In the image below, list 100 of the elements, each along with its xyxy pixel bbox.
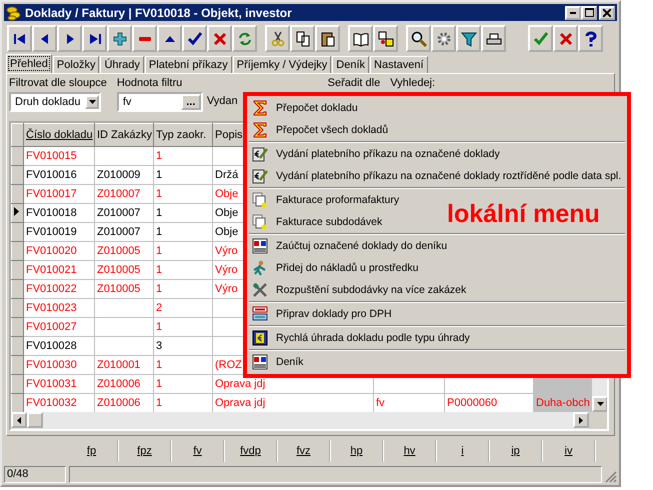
- table-cell: Z010001: [97, 359, 140, 372]
- table-cell: 1: [156, 378, 162, 390]
- toolbar-button[interactable]: [348, 25, 373, 52]
- table-cell: FV010020: [26, 245, 77, 258]
- table-cell: FV010019: [26, 226, 77, 238]
- open-book-icon: [352, 30, 368, 47]
- filter-value-label: Hodnota filtru: [116, 77, 184, 90]
- tab[interactable]: Úhrady: [100, 56, 144, 74]
- tab[interactable]: Příjemky / Výdejky: [232, 56, 332, 74]
- checkmark-icon: [186, 30, 202, 47]
- running-figure-icon: [252, 260, 268, 276]
- table-cell: Výro: [215, 283, 238, 296]
- toolbar-button[interactable]: [578, 25, 603, 52]
- resize-grip-icon: [605, 471, 617, 483]
- column-header[interactable]: Popis: [215, 129, 243, 142]
- toolbar-button[interactable]: [7, 25, 32, 52]
- table-cell: Oprava jdj: [215, 378, 266, 390]
- toolbar-button[interactable]: [57, 25, 82, 52]
- tray-icon: [252, 306, 268, 322]
- menu-item[interactable]: Připrav doklady pro DPH: [248, 303, 398, 325]
- maximize-button[interactable]: [581, 6, 597, 20]
- stacked-pages-icon: [252, 192, 268, 208]
- scroll-down-icon[interactable]: [592, 396, 607, 412]
- sigma-icon: [252, 100, 268, 116]
- menu-item[interactable]: Rozpuštění subdodávky na více zakázek: [248, 279, 472, 301]
- toolbar-button[interactable]: [431, 25, 456, 52]
- scroll-thumb[interactable]: [27, 412, 43, 428]
- minimize-button[interactable]: [565, 6, 581, 20]
- table-cell: Duha-obch: [536, 397, 590, 410]
- menu-item[interactable]: Vydání platebního příkazu na označené doklady roztříděné podle data spl.: [248, 165, 628, 187]
- table-cell: Obje: [215, 226, 238, 238]
- table-cell: 2: [156, 302, 162, 314]
- table-cell: FV010022: [26, 283, 77, 296]
- table-cell: FV010015: [26, 150, 77, 162]
- table-cell: Z010007: [97, 188, 140, 200]
- table-cell: Oprava jdj: [215, 397, 266, 410]
- sort-label: Seřadit dle: [328, 77, 380, 90]
- table-cell: FV010031: [26, 378, 77, 390]
- search-icon: [410, 30, 426, 47]
- menu-item[interactable]: Přidej do nákladů u prostředku: [248, 257, 424, 279]
- filter-value-field[interactable]: fv ...: [116, 92, 203, 112]
- copy-pages-icon: [294, 30, 310, 47]
- menu-item[interactable]: Rychlá úhrada dokladu podle typu úhrady: [248, 327, 476, 349]
- table-cell: 1: [156, 283, 162, 296]
- toolbar-button[interactable]: [315, 25, 340, 52]
- close-button[interactable]: [599, 6, 615, 20]
- menu-item[interactable]: Zaúčtuj označené doklady do deníku: [248, 235, 454, 257]
- tab[interactable]: Deník: [332, 56, 370, 74]
- menu-item[interactable]: Přepočet dokladu: [248, 97, 364, 119]
- scroll-right-icon[interactable]: [573, 412, 589, 428]
- sigma-icon: [252, 122, 268, 138]
- table-cell: Obje: [215, 188, 238, 200]
- toolbar-button[interactable]: [157, 25, 182, 52]
- table-cell: Z010006: [97, 397, 140, 410]
- plus-icon: [112, 30, 128, 47]
- scroll-left-icon[interactable]: [11, 412, 27, 428]
- toolbar-button[interactable]: [182, 25, 207, 52]
- toolbar-button[interactable]: [265, 25, 290, 52]
- table-cell: Z010009: [97, 169, 140, 182]
- table-cell: FV010030: [26, 359, 77, 372]
- table-cell: 1: [156, 207, 162, 220]
- tab[interactable]: Platební příkazy: [144, 56, 232, 74]
- table-cell: Z010007: [97, 207, 140, 220]
- toolbar-button[interactable]: [456, 25, 481, 52]
- menu-item[interactable]: Fakturace subdodávek: [248, 211, 388, 233]
- scrollbar-corner: [589, 412, 607, 430]
- scissors-icon: [270, 30, 286, 47]
- toolbar-button[interactable]: [32, 25, 57, 52]
- table-cell: 1: [156, 264, 162, 276]
- menu-item[interactable]: Přepočet všech dokladů: [248, 119, 394, 141]
- table-cell: 1: [156, 321, 162, 334]
- filter-label: Vydan: [206, 95, 238, 108]
- tab[interactable]: Položky: [52, 56, 100, 74]
- horizontal-scrollbar[interactable]: [11, 412, 607, 430]
- coins-icon: [6, 4, 22, 21]
- menu-item[interactable]: Fakturace proformafaktury: [248, 189, 406, 211]
- table-cell: Z010007: [97, 226, 140, 238]
- annotation-label: lokální menu: [447, 200, 600, 229]
- filter-column-dropdown[interactable]: Druh dokladu: [9, 92, 101, 112]
- minimize-icon: [570, 12, 576, 14]
- toolbar-button[interactable]: [373, 25, 398, 52]
- toolbar-button[interactable]: [290, 25, 315, 52]
- table-cell: Z010005: [97, 283, 140, 296]
- toolbar-button[interactable]: [406, 25, 431, 52]
- toolbar-button[interactable]: [481, 25, 506, 52]
- menu-item[interactable]: Deník: [248, 351, 310, 373]
- checkmark-icon: [532, 30, 548, 47]
- toolbar-button[interactable]: [82, 25, 107, 52]
- euro-icon: [252, 330, 268, 346]
- table-cell: 1: [156, 226, 162, 238]
- menu-item[interactable]: Vydání platebního příkazu na označené doklady: [248, 143, 506, 165]
- row-selector[interactable]: [12, 204, 24, 223]
- browse-button[interactable]: ...: [180, 94, 201, 110]
- table-cell: 1: [156, 359, 162, 372]
- record-count: 0/48: [4, 466, 66, 483]
- toolbar-button[interactable]: [107, 25, 132, 52]
- tab[interactable]: Nastavení: [370, 56, 428, 74]
- document-pen-icon: [252, 146, 268, 162]
- tab[interactable]: Přehled: [6, 54, 52, 74]
- table-cell: Výro: [215, 245, 238, 258]
